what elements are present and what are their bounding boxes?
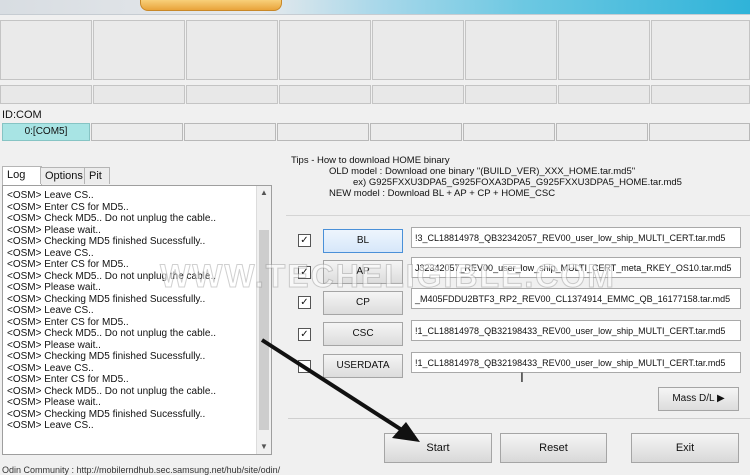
tab-log[interactable]: Log: [2, 166, 42, 185]
port-status-box-6: [465, 20, 557, 80]
port-progress-4: [279, 85, 371, 104]
port-progress-6: [465, 85, 557, 104]
log-line: <OSM> Please wait..: [7, 397, 101, 408]
userdata-file-path[interactable]: !1_CL18814978_QB32198433_REV00_user_low_…: [411, 352, 741, 373]
com-port-4: [277, 123, 369, 141]
scroll-down-icon[interactable]: ▼: [257, 440, 271, 454]
watermark-text: WWW.TECHELIGIBLE.COM: [160, 258, 616, 295]
log-line: <OSM> Leave CS..: [7, 305, 94, 316]
bl-button[interactable]: BL: [323, 229, 403, 253]
banner-tab: [140, 0, 282, 11]
port-status-box-4: [279, 20, 371, 80]
log-line: <OSM> Checking MD5 finished Sucessfully.…: [7, 236, 206, 247]
scroll-up-icon[interactable]: ▲: [257, 186, 271, 200]
text-cursor-icon: I: [520, 369, 524, 385]
start-button[interactable]: Start: [384, 433, 492, 463]
userdata-checkbox[interactable]: [298, 360, 311, 373]
log-line: <OSM> Enter CS for MD5..: [7, 201, 129, 213]
bl-file-path[interactable]: !3_CL18814978_QB32342057_REV00_user_low_…: [411, 227, 741, 248]
port-progress-3: [186, 85, 278, 104]
tips-example: ex) G925FXXU3DPA5_G925FOXA3DPA5_G925FXXU…: [353, 177, 682, 188]
tips-title: Tips - How to download HOME binary: [291, 155, 450, 166]
port-progress-2: [93, 85, 185, 104]
log-line: <OSM> Enter CS for MD5..: [7, 316, 129, 328]
log-lines: <OSM> Leave CS.. <OSM> Enter CS for MD5..…: [3, 186, 271, 432]
title-banner: [0, 0, 750, 15]
log-line: <OSM> Checking MD5 finished Sucessfully.…: [7, 351, 206, 362]
com-port-8: [649, 123, 750, 141]
log-line: <OSM> Leave CS..: [7, 362, 94, 374]
userdata-button[interactable]: USERDATA: [323, 354, 403, 378]
cp-checkbox[interactable]: ✓: [298, 296, 311, 309]
com-port-5: [370, 123, 462, 141]
port-progress-7: [558, 85, 650, 104]
log-line: <OSM> Enter CS for MD5..: [7, 374, 129, 385]
port-progress-1: [0, 85, 92, 104]
id-com-label: ID:COM: [2, 109, 42, 121]
com-port-2: [91, 123, 183, 141]
com-port-7: [556, 123, 648, 141]
tab-options[interactable]: Options: [40, 167, 86, 184]
log-line: <OSM> Leave CS..: [7, 420, 94, 431]
log-line: <OSM> Checking MD5 finished Sucessfully.…: [7, 293, 206, 305]
log-line: <OSM> Please wait..: [7, 339, 101, 351]
com-port-1: 0:[COM5]: [2, 123, 90, 141]
tips-panel: Tips - How to download HOME binary OLD m…: [291, 155, 682, 199]
tips-old-model: OLD model : Download one binary "(BUILD_…: [329, 166, 636, 177]
log-line: <OSM> Check MD5.. Do not unplug the cabl…: [7, 385, 216, 397]
port-status-box-3: [186, 20, 278, 80]
log-textarea[interactable]: <OSM> Leave CS.. <OSM> Enter CS for MD5..…: [2, 185, 272, 455]
com-port-3: [184, 123, 276, 141]
log-line: <OSM> Check MD5.. Do not unplug the cabl…: [7, 213, 216, 224]
tips-divider: [286, 215, 750, 216]
tips-new-model: NEW model : Download BL + AP + CP + HOME…: [329, 188, 556, 199]
port-status-box-1: [0, 20, 92, 80]
port-progress-5: [372, 85, 464, 104]
bl-checkbox[interactable]: ✓: [298, 234, 311, 247]
csc-button[interactable]: CSC: [323, 322, 403, 346]
exit-button[interactable]: Exit: [631, 433, 739, 463]
port-status-box-2: [93, 20, 185, 80]
reset-button[interactable]: Reset: [500, 433, 607, 463]
log-scrollbar[interactable]: ▲ ▼: [256, 186, 271, 454]
tab-pit[interactable]: Pit: [84, 167, 110, 184]
action-divider: [288, 418, 750, 419]
csc-checkbox[interactable]: ✓: [298, 328, 311, 341]
port-status-box-7: [558, 20, 650, 80]
log-line: <OSM> Leave CS..: [7, 190, 94, 201]
log-line: <OSM> Please wait..: [7, 224, 101, 236]
port-status-box-5: [372, 20, 464, 80]
csc-file-path[interactable]: !1_CL18814978_QB32198433_REV00_user_low_…: [411, 320, 741, 341]
log-line: <OSM> Check MD5.. Do not unplug the cabl…: [7, 328, 216, 339]
port-status-box-8: [651, 20, 750, 80]
port-progress-8: [651, 85, 750, 104]
log-line: <OSM> Checking MD5 finished Sucessfully.…: [7, 408, 206, 420]
mass-dl-button[interactable]: Mass D/L ▶: [658, 387, 739, 411]
com-port-6: [463, 123, 555, 141]
